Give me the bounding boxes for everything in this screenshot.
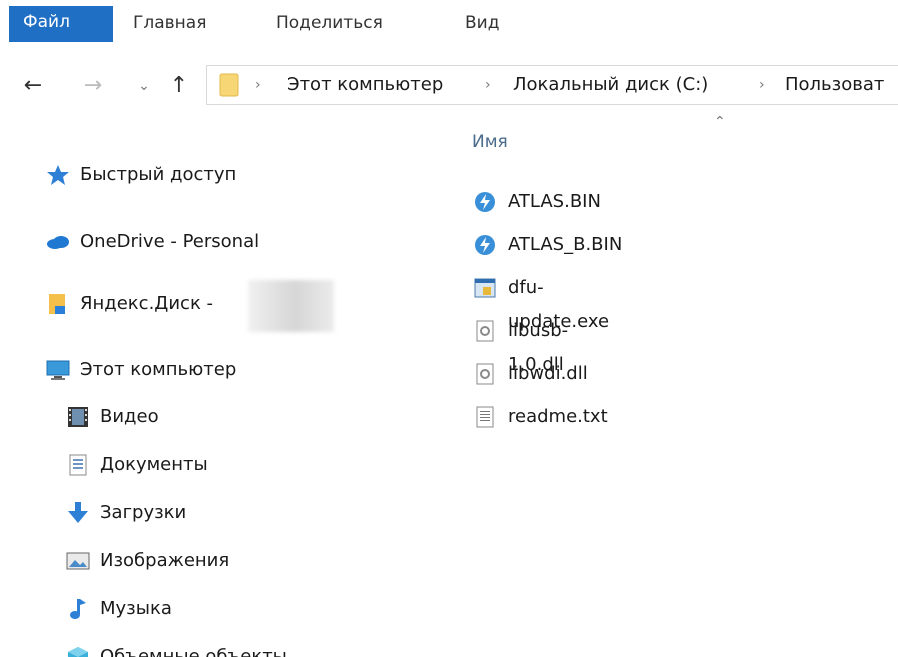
file-list: ⌃ Имя ATLAS.BIN ATLAS_B.BIN dfu-update.e… bbox=[460, 110, 898, 657]
file-name: ATLAS_B.BIN bbox=[508, 234, 623, 255]
txt-file-icon bbox=[476, 406, 494, 428]
breadcrumb-users[interactable]: Пользоват bbox=[785, 66, 884, 104]
file-explorer-window: Файл Главная Поделиться Вид ← → ⌄ ↑ › Эт… bbox=[0, 0, 898, 657]
downloads-icon bbox=[68, 502, 88, 523]
dll-file-icon bbox=[476, 363, 494, 385]
computer-icon bbox=[46, 360, 70, 380]
breadcrumb-separator: › bbox=[485, 77, 491, 93]
up-button[interactable]: ↑ bbox=[164, 62, 194, 110]
sidebar-item-label: Загрузки bbox=[100, 502, 187, 523]
yandex-disk-icon bbox=[49, 294, 65, 314]
sidebar-item-label: Музыка bbox=[100, 598, 172, 619]
file-name: readme.txt bbox=[508, 406, 608, 427]
exe-file-icon bbox=[474, 278, 496, 298]
forward-button[interactable]: → bbox=[78, 62, 108, 110]
sidebar-item-label: Видео bbox=[100, 406, 159, 427]
arrow-left-icon: ← bbox=[23, 73, 43, 98]
3d-objects-icon bbox=[68, 647, 88, 657]
navigation-pane: Быстрый доступ OneDrive - Personal Яндек… bbox=[0, 150, 440, 657]
sort-ascending-icon: ⌃ bbox=[714, 114, 726, 130]
bin-file-icon bbox=[475, 192, 495, 212]
breadcrumb-separator: › bbox=[255, 77, 261, 93]
redacted-username bbox=[248, 280, 334, 332]
cloud-icon bbox=[47, 236, 69, 249]
recent-locations-button[interactable]: ⌄ bbox=[134, 62, 154, 110]
video-icon bbox=[68, 407, 88, 427]
breadcrumb-separator: › bbox=[759, 77, 765, 93]
file-name: ATLAS.BIN bbox=[508, 191, 601, 212]
dll-file-icon bbox=[476, 320, 494, 342]
navigation-bar: ← → ⌄ ↑ › Этот компьютер › Локальный дис… bbox=[0, 62, 898, 110]
back-button[interactable]: ← bbox=[18, 62, 48, 110]
tab-file[interactable]: Файл bbox=[9, 6, 113, 42]
sidebar-item-label: OneDrive - Personal bbox=[80, 231, 260, 252]
tab-view[interactable]: Вид bbox=[465, 6, 499, 40]
sidebar-item-label: Яндекс.Диск - bbox=[80, 293, 214, 314]
arrow-right-icon: → bbox=[83, 73, 103, 98]
folder-icon bbox=[219, 73, 239, 97]
column-header-name[interactable]: Имя bbox=[472, 132, 508, 152]
file-name: libwdi.dll bbox=[508, 363, 588, 384]
sidebar-item-label: Документы bbox=[100, 454, 208, 475]
arrow-up-icon: ↑ bbox=[169, 73, 189, 98]
star-icon bbox=[47, 165, 69, 185]
breadcrumb-local-disk[interactable]: Локальный диск (C:) bbox=[513, 66, 708, 104]
sidebar-item-label: Быстрый доступ bbox=[80, 164, 237, 185]
tab-share[interactable]: Поделиться bbox=[276, 6, 383, 40]
sidebar-item-label: Объемные объекты bbox=[100, 646, 287, 657]
breadcrumb-this-pc[interactable]: Этот компьютер bbox=[287, 66, 443, 104]
sidebar-item-label: Этот компьютер bbox=[80, 359, 237, 380]
ribbon-tabs: Файл Главная Поделиться Вид bbox=[0, 0, 898, 46]
tab-home[interactable]: Главная bbox=[133, 6, 206, 40]
chevron-down-icon: ⌄ bbox=[138, 78, 150, 94]
address-bar[interactable]: › Этот компьютер › Локальный диск (C:) ›… bbox=[206, 65, 898, 105]
documents-icon bbox=[69, 454, 87, 476]
bin-file-icon bbox=[475, 235, 495, 255]
pictures-icon bbox=[66, 552, 90, 570]
sidebar-item-label: Изображения bbox=[100, 550, 230, 571]
music-icon bbox=[70, 599, 86, 619]
